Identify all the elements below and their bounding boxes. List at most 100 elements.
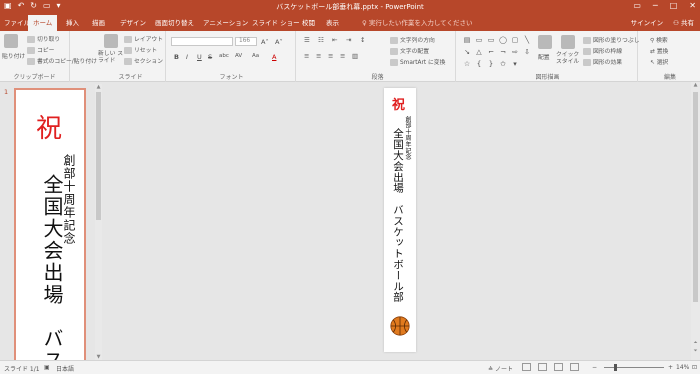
- new-slide-button[interactable]: 新しい スライド: [98, 51, 124, 65]
- cut-button[interactable]: 切り取り: [27, 34, 60, 43]
- brace-left-shape-icon[interactable]: {: [474, 59, 484, 69]
- bullets-icon[interactable]: ☰: [304, 36, 310, 44]
- tab-file[interactable]: ファイル: [4, 17, 30, 27]
- editor-scrollbar[interactable]: ▲ ⏶ ⏷: [691, 82, 700, 360]
- slide-thumbnail-1[interactable]: 祝 創部十周年記念 全国大会出場 バス: [14, 88, 86, 373]
- paste-button[interactable]: 貼り付け: [2, 51, 25, 60]
- thumbnail-scroll-thumb[interactable]: [96, 92, 101, 220]
- basketball-icon[interactable]: [390, 316, 410, 336]
- shrink-font-icon[interactable]: A˅: [275, 38, 283, 46]
- notes-button[interactable]: ≙ ノート: [488, 364, 513, 373]
- tab-insert[interactable]: 挿入: [66, 17, 79, 27]
- oval-shape-icon[interactable]: ◯: [498, 35, 508, 45]
- rect2-shape-icon[interactable]: ▭: [486, 35, 496, 45]
- elbow2-shape-icon[interactable]: ¬: [498, 47, 508, 57]
- ribbon-display-icon[interactable]: ▭: [633, 1, 641, 10]
- shape-effects-button[interactable]: 図形の効果: [583, 57, 622, 66]
- strikethrough-button[interactable]: S: [208, 53, 212, 61]
- font-name-box[interactable]: [171, 37, 233, 46]
- tab-home[interactable]: ホーム: [28, 15, 58, 31]
- more-shapes-icon[interactable]: ▾: [510, 59, 520, 69]
- section-button[interactable]: セクション: [124, 56, 163, 65]
- tell-me-box[interactable]: ♀ 実行したい作業を入力してください: [362, 17, 472, 27]
- scroll-up-icon[interactable]: ▲: [95, 84, 102, 90]
- tab-transitions[interactable]: 画面切り替え: [155, 17, 194, 27]
- right-arrow-shape-icon[interactable]: ⇨: [510, 47, 520, 57]
- slideshow-view-icon[interactable]: [570, 363, 579, 371]
- arrow-shape-icon[interactable]: ↘: [462, 47, 472, 57]
- reading-view-icon[interactable]: [554, 363, 563, 371]
- line-shape-icon[interactable]: ╲: [522, 35, 532, 45]
- close-icon[interactable]: ✕: [689, 1, 696, 10]
- next-slide-icon[interactable]: ⏷: [691, 348, 700, 354]
- share-button[interactable]: ⚇ 共有: [673, 17, 694, 27]
- quick-styles-button[interactable]: クイック スタイル: [556, 52, 582, 66]
- language-indicator[interactable]: 日本語: [56, 364, 74, 373]
- reset-button[interactable]: リセット: [124, 45, 157, 54]
- shape-outline-button[interactable]: 図形の枠線: [583, 46, 622, 55]
- rounded-rect-shape-icon[interactable]: ▢: [510, 35, 520, 45]
- tab-design[interactable]: デザイン: [120, 17, 146, 27]
- prev-slide-icon[interactable]: ⏶: [691, 340, 700, 346]
- tab-view[interactable]: 表示: [326, 17, 339, 27]
- maximize-icon[interactable]: □: [670, 1, 678, 10]
- arrange-button[interactable]: 配置: [538, 52, 550, 61]
- numbering-icon[interactable]: ☷: [318, 36, 324, 44]
- shape-fill-button[interactable]: 図形の塗りつぶし: [583, 35, 639, 44]
- tab-review[interactable]: 校閲: [302, 17, 315, 27]
- align-center-icon[interactable]: ≡: [316, 52, 321, 60]
- align-text-button[interactable]: 文字の配置: [390, 46, 429, 55]
- normal-view-icon[interactable]: [522, 363, 531, 371]
- format-painter-button[interactable]: 書式のコピー/貼り付け: [27, 56, 97, 65]
- elbow-shape-icon[interactable]: ⌐: [486, 47, 496, 57]
- increase-indent-icon[interactable]: ⇥: [346, 36, 351, 44]
- italic-button[interactable]: I: [186, 53, 188, 61]
- zoom-slider-knob[interactable]: [614, 364, 617, 371]
- editor-scroll-thumb[interactable]: [693, 92, 698, 302]
- line-spacing-icon[interactable]: ↕: [360, 36, 365, 44]
- underline-button[interactable]: U: [197, 53, 202, 61]
- align-left-icon[interactable]: ≡: [304, 52, 309, 60]
- tab-draw[interactable]: 描画: [92, 17, 105, 27]
- shapes-gallery[interactable]: ▤ ▭ ▭ ◯ ▢ ╲ ↘ △ ⌐ ¬ ⇨ ⇩ ☆ { } ✩ ▾: [462, 35, 530, 69]
- zoom-slider[interactable]: [604, 364, 664, 371]
- slide-canvas[interactable]: 祝 創部十周年記念 全国大会出場 バスケットボール部: [384, 88, 416, 352]
- copy-button[interactable]: コピー: [27, 45, 54, 54]
- iwai-text[interactable]: 祝: [392, 94, 405, 113]
- char-spacing-button[interactable]: AV: [235, 53, 242, 59]
- grow-font-icon[interactable]: A˄: [261, 38, 269, 46]
- textbox-shape-icon[interactable]: ▤: [462, 35, 472, 45]
- shadow-button[interactable]: abc: [219, 53, 229, 59]
- font-size-box[interactable]: 166: [235, 37, 257, 46]
- bold-button[interactable]: B: [174, 53, 179, 61]
- zoom-out-icon[interactable]: −: [592, 364, 597, 371]
- zoom-level[interactable]: 14%: [676, 364, 689, 371]
- find-button[interactable]: ⚲ 検索: [650, 35, 668, 44]
- smartart-button[interactable]: SmartArt に変換: [390, 57, 445, 66]
- spellcheck-icon[interactable]: ▣: [44, 364, 50, 371]
- signin-link[interactable]: サインイン: [631, 17, 664, 27]
- down-arrow-shape-icon[interactable]: ⇩: [522, 47, 532, 57]
- replace-button[interactable]: ⇄ 置換: [650, 46, 668, 55]
- thumbnail-scrollbar[interactable]: ▲ ▼: [95, 84, 102, 360]
- change-case-button[interactable]: Aa: [252, 53, 259, 59]
- zoom-in-icon[interactable]: +: [668, 364, 673, 371]
- rect-shape-icon[interactable]: ▭: [474, 35, 484, 45]
- columns-icon[interactable]: ▥: [352, 52, 358, 60]
- tab-animations[interactable]: アニメーション: [203, 17, 248, 27]
- editor-scroll-up-icon[interactable]: ▲: [691, 82, 700, 88]
- select-button[interactable]: ↖ 選択: [650, 57, 668, 66]
- star2-shape-icon[interactable]: ✩: [498, 59, 508, 69]
- brace-right-shape-icon[interactable]: }: [486, 59, 496, 69]
- star-shape-icon[interactable]: ☆: [462, 59, 472, 69]
- justify-icon[interactable]: ≡: [340, 52, 345, 60]
- banner-main-text[interactable]: 全国大会出場 バスケットボール部: [391, 128, 406, 302]
- align-right-icon[interactable]: ≡: [328, 52, 333, 60]
- fit-slide-icon[interactable]: ⊡: [692, 364, 697, 371]
- text-direction-button[interactable]: 文字列の方向: [390, 35, 435, 44]
- layout-button[interactable]: レイアウト: [124, 34, 163, 43]
- font-color-button[interactable]: A: [272, 53, 276, 61]
- decrease-indent-icon[interactable]: ⇤: [332, 36, 337, 44]
- triangle-shape-icon[interactable]: △: [474, 47, 484, 57]
- slide-sorter-icon[interactable]: [538, 363, 547, 371]
